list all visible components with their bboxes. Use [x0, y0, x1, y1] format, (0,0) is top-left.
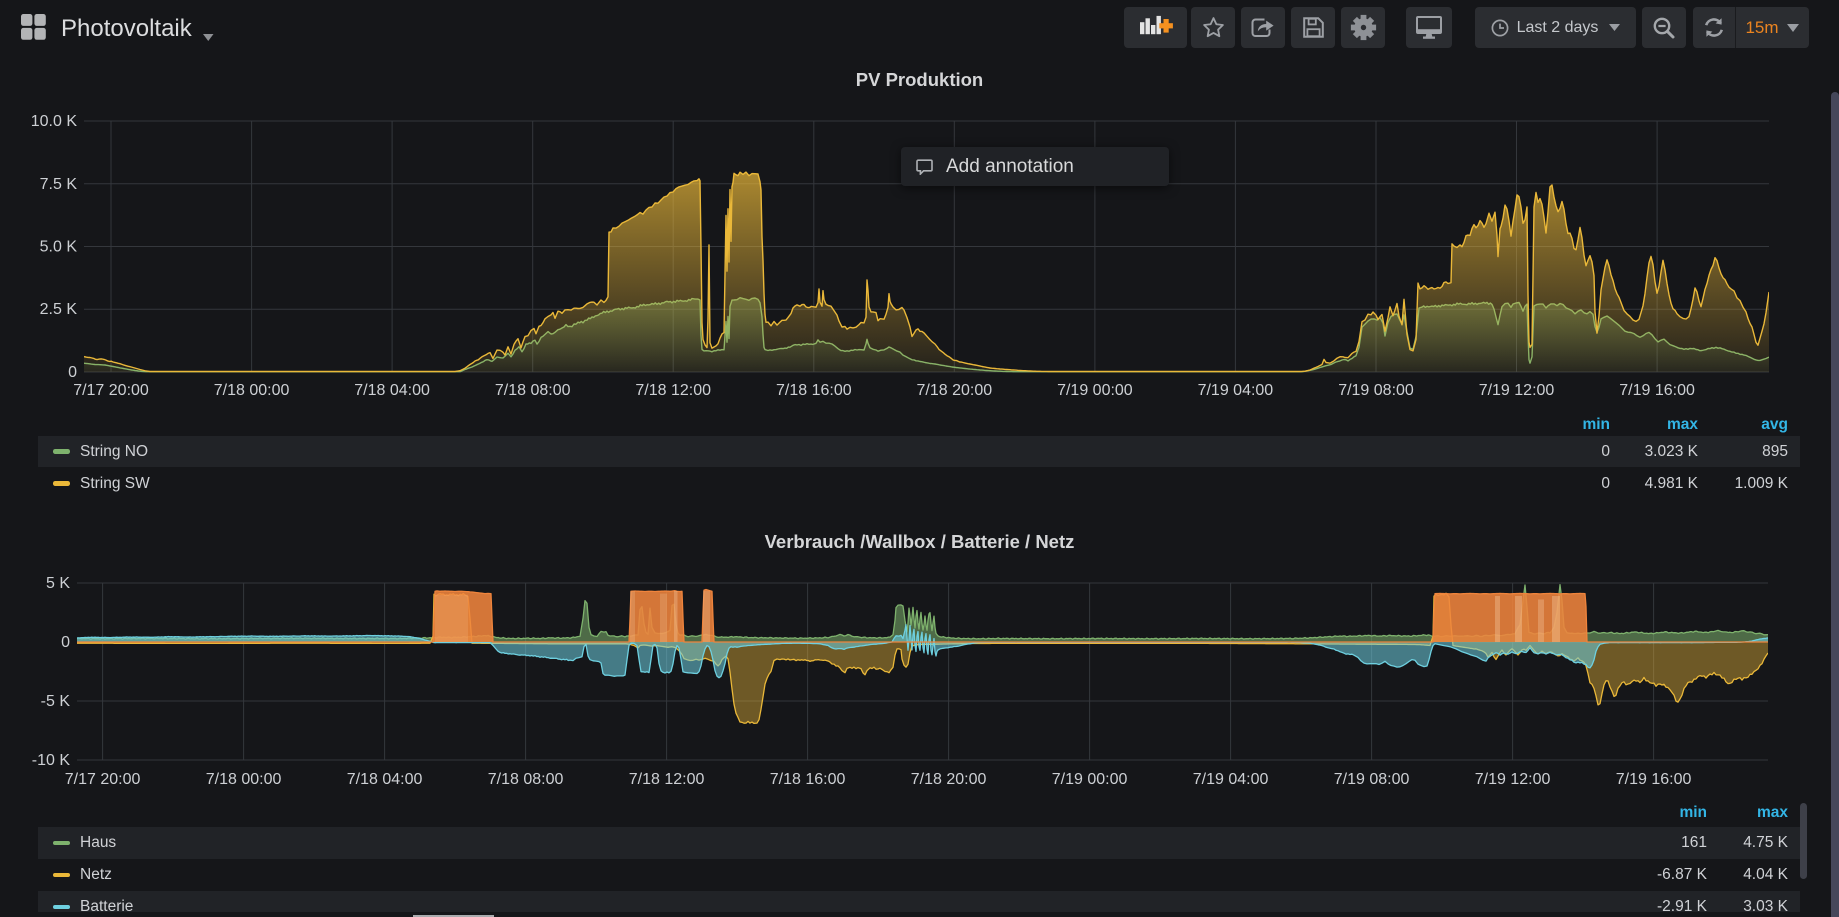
svg-text:5.0 K: 5.0 K — [40, 239, 78, 256]
svg-text:7/18 16:00: 7/18 16:00 — [770, 771, 846, 788]
svg-text:7/18 20:00: 7/18 20:00 — [911, 771, 987, 788]
svg-text:7/19 00:00: 7/19 00:00 — [1057, 382, 1133, 399]
svg-text:7/18 00:00: 7/18 00:00 — [214, 382, 290, 399]
svg-text:0: 0 — [61, 634, 70, 651]
svg-text:7/19 12:00: 7/19 12:00 — [1475, 771, 1551, 788]
svg-text:7/17 20:00: 7/17 20:00 — [73, 382, 149, 399]
svg-text:7/19 16:00: 7/19 16:00 — [1619, 382, 1695, 399]
svg-text:7/18 12:00: 7/18 12:00 — [635, 382, 711, 399]
svg-text:7/18 00:00: 7/18 00:00 — [206, 771, 282, 788]
svg-text:7/18 12:00: 7/18 12:00 — [629, 771, 705, 788]
svg-text:7/18 16:00: 7/18 16:00 — [776, 382, 852, 399]
svg-text:7/18 04:00: 7/18 04:00 — [347, 771, 423, 788]
svg-text:7/19 08:00: 7/19 08:00 — [1338, 382, 1414, 399]
svg-text:7/19 12:00: 7/19 12:00 — [1479, 382, 1555, 399]
svg-text:7.5 K: 7.5 K — [40, 176, 78, 193]
svg-text:7/19 04:00: 7/19 04:00 — [1193, 771, 1269, 788]
svg-text:-5 K: -5 K — [41, 693, 71, 710]
svg-text:7/19 00:00: 7/19 00:00 — [1052, 771, 1128, 788]
svg-text:5 K: 5 K — [46, 575, 70, 592]
svg-text:7/19 16:00: 7/19 16:00 — [1616, 771, 1692, 788]
svg-text:7/18 08:00: 7/18 08:00 — [488, 771, 564, 788]
svg-text:7/18 08:00: 7/18 08:00 — [495, 382, 571, 399]
svg-text:10.0 K: 10.0 K — [31, 113, 78, 130]
svg-text:2.5 K: 2.5 K — [40, 301, 78, 318]
svg-text:7/19 04:00: 7/19 04:00 — [1198, 382, 1274, 399]
svg-text:0: 0 — [68, 364, 77, 381]
svg-text:-10 K: -10 K — [32, 752, 71, 769]
svg-text:7/18 04:00: 7/18 04:00 — [354, 382, 430, 399]
svg-text:7/18 20:00: 7/18 20:00 — [916, 382, 992, 399]
svg-text:7/17 20:00: 7/17 20:00 — [65, 771, 141, 788]
svg-text:7/19 08:00: 7/19 08:00 — [1334, 771, 1410, 788]
